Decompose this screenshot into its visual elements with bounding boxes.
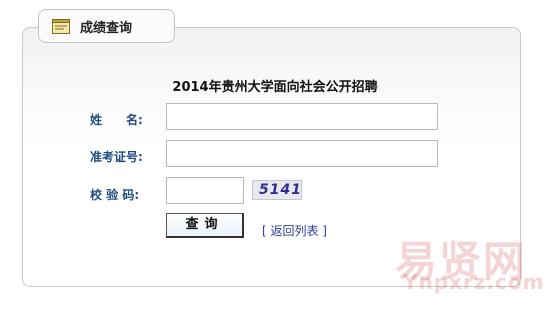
- back-to-list-link[interactable]: [ 返回列表 ]: [262, 222, 327, 239]
- watermark-url: Ynpxrz.com: [403, 270, 545, 294]
- exam-id-input[interactable]: [166, 140, 438, 167]
- name-label: 姓 名:: [90, 113, 143, 127]
- tab-title: 成绩查询: [80, 21, 133, 36]
- query-button[interactable]: 查询: [166, 213, 244, 238]
- notepad-icon: [52, 19, 70, 34]
- captcha-input[interactable]: [166, 177, 244, 204]
- captcha-image[interactable]: 5141: [252, 180, 302, 200]
- exam-id-label: 准考证号:: [90, 150, 143, 164]
- captcha-text: 5141: [259, 182, 302, 198]
- tab-score-query[interactable]: 成绩查询: [38, 9, 175, 43]
- form-title: 2014年贵州大学面向社会公开招聘: [172, 80, 378, 95]
- name-input[interactable]: [166, 103, 438, 130]
- captcha-label: 校 验 码:: [90, 188, 140, 202]
